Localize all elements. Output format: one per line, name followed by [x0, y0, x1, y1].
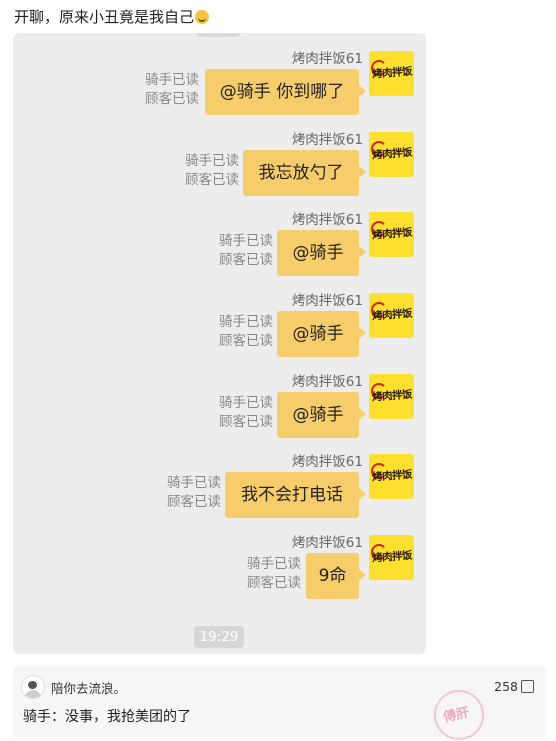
- read-rider: 骑手已读: [145, 72, 199, 88]
- read-customer: 顾客已读: [219, 332, 273, 349]
- shop-avatar[interactable]: 烤肉拌饭: [369, 454, 414, 499]
- avatar-logo-text: 烤肉拌饭: [371, 65, 413, 81]
- watermark-stamp: 傅肝: [434, 690, 484, 740]
- comment-username[interactable]: 陪你去流浪。: [51, 678, 126, 697]
- avatar-logo-text: 烤肉拌饭: [371, 226, 413, 242]
- sender-name: 烤肉拌饭61: [291, 51, 363, 67]
- read-customer: 顾客已读: [219, 413, 273, 430]
- chat-message: 烤肉拌饭61 烤肉拌饭 骑手已读 顾客已读 @骑手: [13, 289, 426, 369]
- shop-avatar[interactable]: 烤肉拌饭: [369, 132, 414, 177]
- avatar-logo-text: 烤肉拌饭: [371, 549, 413, 565]
- sender-name: 烤肉拌饭61: [291, 132, 363, 148]
- sender-name: 烤肉拌饭61: [291, 535, 363, 551]
- read-customer: 顾客已读: [247, 574, 301, 591]
- shop-avatar[interactable]: 烤肉拌饭: [369, 51, 414, 96]
- message-bubble[interactable]: 我忘放勺了: [243, 150, 366, 196]
- post-title: 开聊，原来小丑竟是我自己: [14, 6, 210, 27]
- watermark-text: 傅肝: [442, 705, 471, 726]
- chat-message: 烤肉拌饭61 烤肉拌饭 骑手已读 顾客已读 我忘放勺了: [13, 128, 426, 208]
- read-rider: 骑手已读: [219, 233, 273, 249]
- read-customer: 顾客已读: [185, 171, 239, 188]
- avatar-logo-text: 烤肉拌饭: [371, 468, 413, 484]
- grinning-face-icon: [195, 10, 210, 24]
- message-bubble[interactable]: 我不会打电话: [225, 472, 366, 518]
- sender-name: 烤肉拌饭61: [291, 293, 363, 309]
- like-button[interactable]: 258: [494, 679, 534, 694]
- chat-message: 烤肉拌饭61 烤肉拌饭 骑手已读 顾客已读 我不会打电话: [13, 450, 426, 530]
- message-bubble[interactable]: 9命: [306, 553, 366, 599]
- read-customer: 顾客已读: [167, 493, 221, 510]
- read-customer: 顾客已读: [145, 90, 199, 107]
- message-bubble[interactable]: @骑手 你到哪了: [205, 69, 366, 115]
- avatar-logo-text: 烤肉拌饭: [371, 307, 413, 323]
- top-time-pill: [197, 33, 241, 37]
- timestamp: 19:29: [194, 626, 244, 648]
- sender-name: 烤肉拌饭61: [291, 374, 363, 390]
- read-customer: 顾客已读: [219, 251, 273, 268]
- comment-card: 陪你去流浪。 258 骑手：没事，我抢美团的了 傅肝: [13, 666, 546, 740]
- read-rider: 骑手已读: [167, 475, 221, 491]
- post-title-text: 开聊，原来小丑竟是我自己: [14, 8, 195, 26]
- read-status: 骑手已读 顾客已读: [219, 313, 273, 350]
- chat-message: 烤肉拌饭61 烤肉拌饭 骑手已读 顾客已读 @骑手: [13, 370, 426, 450]
- avatar-logo-text: 烤肉拌饭: [371, 388, 413, 404]
- read-rider: 骑手已读: [247, 556, 301, 572]
- message-bubble[interactable]: @骑手: [277, 311, 366, 357]
- sender-name: 烤肉拌饭61: [291, 212, 363, 228]
- message-bubble[interactable]: @骑手: [277, 392, 366, 438]
- shop-avatar[interactable]: 烤肉拌饭: [369, 535, 414, 580]
- chat-message: 烤肉拌饭61 烤肉拌饭 骑手已读 顾客已读 9命: [13, 531, 426, 611]
- shop-avatar[interactable]: 烤肉拌饭: [369, 374, 414, 419]
- shop-avatar[interactable]: 烤肉拌饭: [369, 293, 414, 338]
- chat-message: 烤肉拌饭61 烤肉拌饭 骑手已读 顾客已读 @骑手 你到哪了: [13, 47, 426, 127]
- read-rider: 骑手已读: [219, 314, 273, 330]
- chat-message: 烤肉拌饭61 烤肉拌饭 骑手已读 顾客已读 @骑手: [13, 208, 426, 288]
- avatar-logo-text: 烤肉拌饭: [371, 146, 413, 162]
- read-status: 骑手已读 顾客已读: [145, 71, 199, 108]
- comment-text: 骑手：没事，我抢美团的了: [23, 709, 191, 725]
- user-avatar-icon[interactable]: [21, 675, 45, 699]
- read-status: 骑手已读 顾客已读: [167, 474, 221, 511]
- read-status: 骑手已读 顾客已读: [219, 232, 273, 269]
- message-bubble[interactable]: @骑手: [277, 230, 366, 276]
- shop-avatar[interactable]: 烤肉拌饭: [369, 212, 414, 257]
- read-rider: 骑手已读: [185, 153, 239, 169]
- read-status: 骑手已读 顾客已读: [185, 152, 239, 189]
- sender-name: 烤肉拌饭61: [291, 454, 363, 470]
- thumbs-up-icon: [521, 680, 534, 693]
- read-status: 骑手已读 顾客已读: [219, 394, 273, 431]
- like-count: 258: [494, 679, 518, 694]
- chat-screenshot: 烤肉拌饭61 烤肉拌饭 骑手已读 顾客已读 @骑手 你到哪了 烤肉拌饭61 烤肉…: [13, 33, 426, 654]
- read-status: 骑手已读 顾客已读: [247, 555, 301, 592]
- read-rider: 骑手已读: [219, 395, 273, 411]
